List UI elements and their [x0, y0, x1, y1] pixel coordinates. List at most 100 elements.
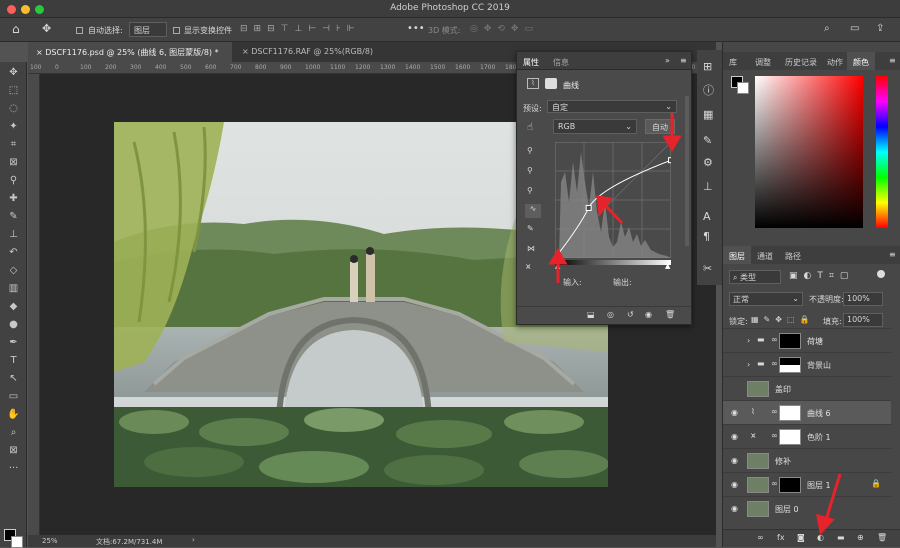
dodge-tool-icon[interactable]: ● [4, 317, 23, 332]
sample-white-icon[interactable]: ⚲ [527, 186, 533, 195]
gradient-tool-icon[interactable]: ▥ [4, 281, 23, 296]
background-color-swatch[interactable] [11, 536, 23, 548]
share-icon[interactable]: ⇪ [876, 23, 884, 34]
tab-library[interactable]: 库 [723, 52, 743, 70]
tab-actions[interactable]: 动作 [821, 52, 849, 70]
view-previous-icon[interactable]: ◎ [607, 310, 614, 319]
align-icons[interactable]: ⊟⊞⊟⊤⊥⊢⊣⊦⊩ [240, 24, 361, 34]
eraser-tool-icon[interactable]: ◇ [4, 263, 23, 278]
magic-wand-icon[interactable]: ✦ [4, 119, 23, 134]
tab-color[interactable]: 颜色 [847, 52, 875, 70]
auto-select-checkbox[interactable] [76, 27, 83, 34]
sample-gray-icon[interactable]: ⚲ [527, 166, 533, 175]
eye-icon[interactable]: ◉ [731, 480, 738, 489]
healing-brush-icon[interactable]: ✚ [4, 191, 23, 206]
status-menu-icon[interactable]: › [192, 536, 195, 544]
blur-tool-icon[interactable]: ◆ [4, 299, 23, 314]
rectangle-tool-icon[interactable]: ▭ [4, 389, 23, 404]
filter-toggle[interactable] [877, 270, 885, 278]
info-panel-icon[interactable]: ⓘ [703, 82, 714, 98]
layer-row[interactable]: ◉ 图层 0 [723, 496, 891, 520]
layer-row-selected[interactable]: ◉ ⌇ ∞ 曲线 6 [723, 400, 891, 424]
auto-select-dropdown[interactable]: 图层 [129, 22, 167, 37]
curve-point-tool-icon[interactable]: ∿ [525, 204, 541, 218]
crop-tool-icon[interactable]: ⌗ [4, 137, 23, 152]
layers-menu-icon[interactable]: ≡ [889, 250, 896, 259]
home-icon[interactable]: ⌂ [12, 22, 20, 36]
move-tool-icon[interactable]: ✥ [42, 22, 51, 35]
stamp-panel-icon[interactable]: ⊥ [703, 180, 713, 193]
background-color[interactable] [737, 82, 749, 94]
history-brush-icon[interactable]: ↶ [4, 245, 23, 260]
path-select-icon[interactable]: ↖ [4, 371, 23, 386]
tab-properties[interactable]: 属性 [523, 57, 539, 68]
layer-filter-dropdown[interactable]: ⌕ 类型 [729, 270, 781, 284]
history-panel-icon[interactable]: ⊞ [703, 60, 712, 73]
marquee-tool-icon[interactable]: ⬚ [4, 83, 23, 98]
expand-icon[interactable]: › [747, 360, 750, 369]
layer-row[interactable]: ◉ ∞ 图层 1 🔒 [723, 472, 891, 496]
delete-icon[interactable]: 🗑 [665, 310, 675, 319]
tab-adjustments[interactable]: 调整 [749, 52, 777, 70]
brush-tool-icon[interactable]: ✎ [4, 209, 23, 224]
tab-history[interactable]: 历史记录 [779, 52, 823, 70]
layer-row[interactable]: › ▬ ∞ 荷塘 [723, 328, 891, 352]
new-layer-icon[interactable]: ⊕ [857, 533, 864, 542]
hand-tool-icon[interactable]: ✋ [4, 407, 23, 422]
panel-menu-icon[interactable]: ≡ [680, 56, 687, 65]
tools-panel-icon[interactable]: ✂ [703, 262, 712, 275]
close-tab-icon[interactable]: × [242, 47, 249, 56]
visibility-icon[interactable]: ◉ [645, 310, 652, 319]
hue-slider[interactable] [876, 76, 888, 228]
layer-row[interactable]: 盖印 [723, 376, 891, 400]
color-picker-field[interactable] [755, 76, 863, 228]
add-mask-icon[interactable]: ◙ [797, 533, 805, 542]
clipping-warning-icon[interactable]: ⩙ [526, 262, 531, 272]
eye-icon[interactable]: ◉ [731, 432, 738, 441]
stamp-tool-icon[interactable]: ⊥ [4, 227, 23, 242]
mask-icon[interactable] [545, 78, 557, 89]
smooth-icon[interactable]: ⋈ [527, 244, 535, 253]
layer-row[interactable]: ◉ 修补 [723, 448, 891, 472]
reset-icon[interactable]: ↺ [627, 310, 634, 319]
character-panel-icon[interactable]: A [703, 210, 711, 223]
fx-icon[interactable]: fx [777, 533, 785, 542]
search-icon[interactable]: ⌕ [824, 23, 830, 34]
targeted-adjust-icon[interactable]: ☝ [527, 122, 533, 133]
paragraph-panel-icon[interactable]: ¶ [703, 230, 710, 243]
opacity-input[interactable]: 100% [843, 292, 883, 306]
zoom-level[interactable]: 25% [42, 537, 58, 545]
workspace-icon[interactable]: ▭ [850, 23, 859, 34]
eye-icon[interactable]: ◉ [731, 408, 738, 417]
blend-mode-dropdown[interactable]: 正常 ⌄ [729, 292, 803, 306]
link-layers-icon[interactable]: ∞ [757, 533, 764, 542]
layer-row[interactable]: › ▬ ∞ 背景山 [723, 352, 891, 376]
frame-tool-icon[interactable]: ⊠ [4, 155, 23, 170]
move-tool-icon[interactable]: ✥ [4, 65, 23, 80]
zoom-tool-icon[interactable]: ⌕ [4, 425, 23, 440]
pencil-tool-icon[interactable]: ✎ [527, 224, 534, 233]
eye-icon[interactable]: ◉ [731, 504, 738, 513]
brush-panel-icon[interactable]: ✎ [703, 134, 712, 147]
tab-document-raf[interactable]: × DSCF1176.RAF @ 25%(RGB/8) [234, 42, 394, 62]
lock-icons[interactable]: ▦✎✥⬚🔒 [751, 315, 814, 324]
show-transform-checkbox[interactable] [173, 27, 180, 34]
delete-layer-icon[interactable]: 🗑 [877, 533, 887, 542]
lasso-tool-icon[interactable]: ◌ [4, 101, 23, 116]
eyedropper-icon[interactable]: ⚲ [4, 173, 23, 188]
pen-tool-icon[interactable]: ✒ [4, 335, 23, 350]
tab-paths[interactable]: 路径 [779, 246, 807, 264]
close-tab-icon[interactable]: × [36, 48, 43, 57]
layer-row[interactable]: ◉ ⩙ ∞ 色阶 1 [723, 424, 891, 448]
tab-info[interactable]: 信息 [553, 57, 569, 68]
more-options-icon[interactable]: ••• [407, 23, 425, 34]
sample-black-icon[interactable]: ⚲ [527, 146, 533, 155]
expand-icon[interactable]: › [747, 336, 750, 345]
filter-icons[interactable]: ▣◐T⌗▢ [789, 271, 854, 281]
adjust-panel-icon[interactable]: ⚙ [703, 156, 713, 169]
grid-panel-icon[interactable]: ▦ [703, 108, 713, 121]
tab-channels[interactable]: 通道 [751, 246, 779, 264]
eye-icon[interactable]: ◉ [731, 456, 738, 465]
fill-input[interactable]: 100% [843, 313, 883, 327]
clip-to-layer-icon[interactable]: ⬓ [587, 310, 595, 319]
